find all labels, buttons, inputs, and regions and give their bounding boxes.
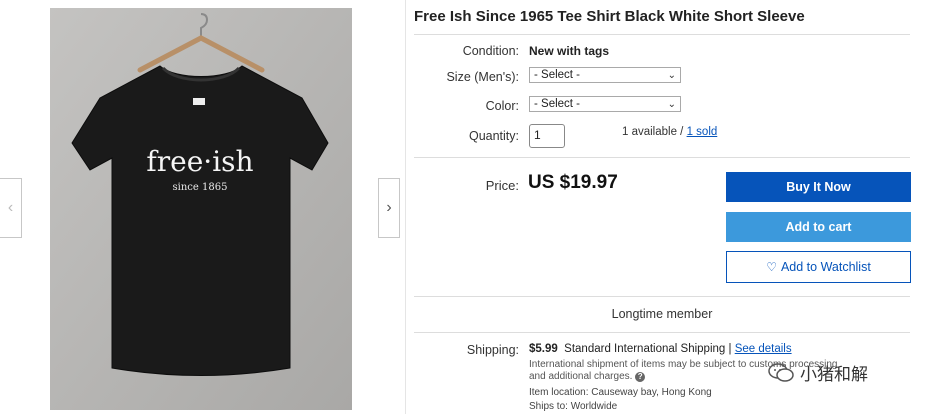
- chat-bubble-icon: [768, 362, 794, 382]
- color-label: Color:: [485, 99, 519, 113]
- seller-badge: Longtime member: [611, 307, 713, 321]
- see-details-link[interactable]: See details: [735, 343, 792, 355]
- available-count: 1 available /: [622, 126, 684, 138]
- chevron-down-icon: ⌄: [667, 69, 676, 81]
- size-label: Size (Men's):: [446, 70, 519, 84]
- next-image-button[interactable]: ›: [378, 178, 400, 238]
- divider: [414, 296, 910, 297]
- shipping-label: Shipping:: [466, 343, 519, 357]
- condition-value: New with tags: [529, 44, 610, 58]
- buy-it-now-button[interactable]: Buy It Now: [726, 172, 911, 202]
- panel-divider: [405, 0, 406, 414]
- item-location: Item location: Causeway bay, Hong Kong: [529, 387, 712, 398]
- watermark: 小猪和解: [768, 360, 868, 385]
- tshirt-image: free·ish since 1865: [50, 8, 352, 410]
- color-select-value: - Select -: [534, 98, 581, 110]
- product-photo[interactable]: free·ish since 1865: [50, 8, 352, 410]
- chevron-right-icon: ›: [386, 199, 392, 216]
- ships-to: Ships to: Worldwide: [529, 401, 618, 412]
- availability: 1 available / 1 sold: [622, 126, 717, 138]
- add-to-cart-button[interactable]: Add to cart: [726, 212, 911, 242]
- shipping-cost: $5.99: [529, 343, 558, 355]
- watermark-text: 小猪和解: [800, 365, 868, 384]
- image-gallery: ‹ free·ish since 1865 ›: [0, 0, 405, 414]
- shipping-summary: $5.99 Standard International Shipping | …: [529, 343, 792, 355]
- size-select[interactable]: - Select - ⌄: [529, 67, 681, 83]
- quantity-label: Quantity:: [468, 129, 519, 143]
- item-title: Free Ish Since 1965 Tee Shirt Black Whit…: [414, 8, 805, 25]
- sold-link[interactable]: 1 sold: [687, 126, 718, 138]
- size-select-value: - Select -: [534, 69, 581, 81]
- shipping-method: Standard International Shipping |: [564, 343, 732, 355]
- condition-label: Condition:: [462, 44, 519, 58]
- watchlist-label: Add to Watchlist: [780, 260, 871, 274]
- quantity-input[interactable]: 1: [529, 124, 565, 148]
- price-value: US $19.97: [528, 172, 618, 193]
- info-icon[interactable]: ?: [635, 372, 646, 382]
- color-select[interactable]: - Select - ⌄: [529, 96, 681, 112]
- divider: [414, 34, 910, 35]
- previous-image-button[interactable]: ‹: [0, 178, 22, 238]
- divider: [414, 157, 910, 158]
- add-to-watchlist-button[interactable]: ♡ Add to Watchlist: [726, 251, 911, 283]
- shirt-print-main: free·ish: [146, 145, 253, 178]
- shirt-tag: [193, 98, 205, 105]
- heart-icon: ♡: [766, 260, 777, 274]
- chevron-left-icon: ‹: [7, 199, 14, 216]
- divider: [414, 332, 910, 333]
- price-label: Price:: [485, 178, 519, 193]
- shirt-print-sub: since 1865: [173, 182, 228, 193]
- chevron-down-icon: ⌄: [667, 98, 676, 110]
